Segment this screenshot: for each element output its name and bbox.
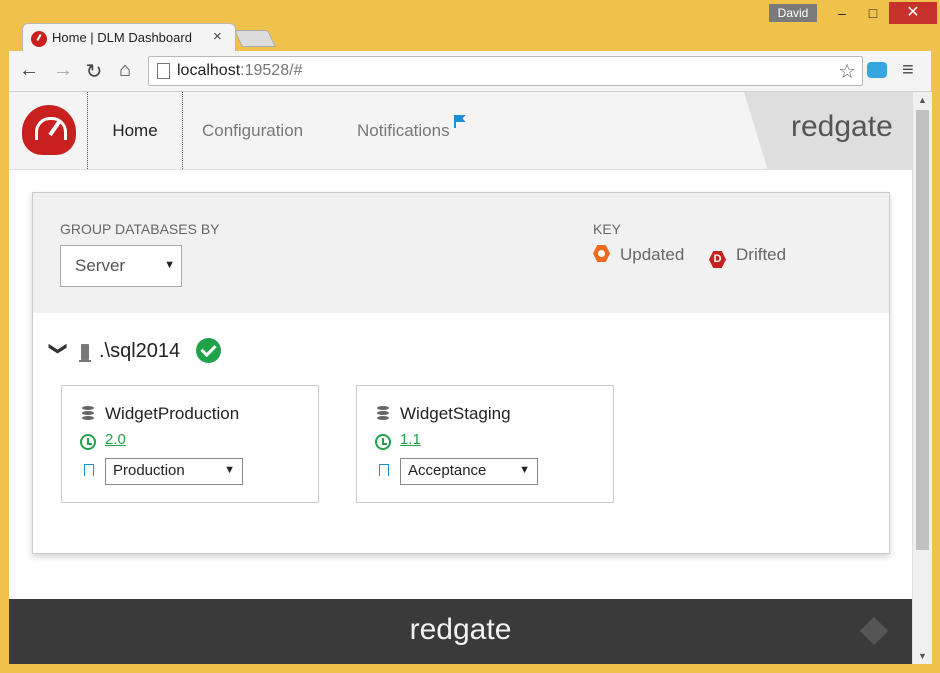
key-drifted: D Drifted <box>709 245 786 268</box>
browser-window: David – □ ✕ Home | DLM Dashboard × ← → ↻… <box>0 0 940 673</box>
history-icon <box>375 434 391 450</box>
tab-notifications[interactable]: Notifications <box>357 92 462 169</box>
db-disk <box>82 411 94 415</box>
app-header: Home Configuration Notifications redgate <box>9 92 912 170</box>
bookmark-icon <box>84 464 94 476</box>
group-by-select[interactable]: Server ▼ <box>60 245 182 287</box>
environment-select[interactable]: Production ▼ <box>105 458 243 485</box>
new-tab-button[interactable] <box>234 30 276 47</box>
browser-menu-icon[interactable]: ≡ <box>902 59 914 82</box>
database-card: WidgetProduction 2.0 Production ▼ <box>61 385 319 503</box>
database-card: WidgetStaging 1.1 Acceptance ▼ <box>356 385 614 503</box>
db-disk <box>82 406 94 410</box>
tab-home[interactable]: Home <box>87 92 183 169</box>
server-name: .\sql2014 <box>99 340 181 362</box>
check-circle-icon <box>196 338 221 363</box>
key-updated: Updated <box>593 245 684 265</box>
close-window-button[interactable]: ✕ <box>889 2 937 24</box>
footer-redgate-logo: redgate <box>409 613 512 646</box>
version-link[interactable]: 1.1 <box>400 431 421 448</box>
forward-icon[interactable]: → <box>51 59 75 82</box>
history-icon <box>80 434 96 450</box>
scroll-down-icon[interactable]: ▼ <box>918 651 927 661</box>
chevron-down-icon[interactable]: ❯ <box>48 341 69 356</box>
group-by-value: Server <box>75 256 126 275</box>
key-label: KEY <box>593 221 622 237</box>
drifted-icon: D <box>709 251 726 268</box>
scroll-up-icon[interactable]: ▲ <box>918 95 927 105</box>
group-by-label: GROUP DATABASES BY <box>60 221 220 237</box>
tab-close-icon[interactable]: × <box>213 28 222 45</box>
back-icon[interactable]: ← <box>17 59 41 82</box>
filter-bar: GROUP DATABASES BY Server ▼ KEY Updated … <box>33 193 889 313</box>
page-viewport: Home Configuration Notifications redgate… <box>9 92 912 664</box>
chevron-down-icon: ▼ <box>164 259 175 271</box>
url-path: :19528/# <box>240 62 303 79</box>
minimize-button[interactable]: – <box>826 2 858 24</box>
notifications-label: Notifications <box>357 121 450 140</box>
environment-select[interactable]: Acceptance ▼ <box>400 458 538 485</box>
browser-tab[interactable]: Home | DLM Dashboard × <box>22 23 236 52</box>
databases-panel: GROUP DATABASES BY Server ▼ KEY Updated … <box>32 192 890 554</box>
page-icon <box>157 63 170 79</box>
key-updated-label: Updated <box>620 245 685 264</box>
scrollbar-thumb[interactable] <box>916 110 929 550</box>
dlm-logo-icon[interactable] <box>22 105 76 155</box>
environment-value: Acceptance <box>408 462 487 479</box>
chevron-down-icon: ▼ <box>224 464 235 476</box>
browser-toolbar: ← → ↻ ⌂ localhost:19528/# ☆ ≡ <box>9 51 931 92</box>
db-disk <box>377 406 389 410</box>
database-icon <box>377 406 389 420</box>
db-disk <box>377 411 389 415</box>
maximize-button[interactable]: □ <box>858 2 888 24</box>
redgate-logo: redgate <box>791 110 893 143</box>
user-badge[interactable]: David <box>769 4 817 22</box>
flag-icon <box>453 115 466 128</box>
url-text[interactable]: localhost:19528/# <box>177 62 302 80</box>
bookmark-icon <box>379 464 389 476</box>
chevron-down-icon: ▼ <box>519 464 530 476</box>
cloud-extension-icon[interactable] <box>867 62 887 78</box>
key-drifted-label: Drifted <box>736 245 787 264</box>
database-name[interactable]: WidgetStaging <box>400 404 511 424</box>
dlm-favicon-icon <box>31 31 47 47</box>
environment-value: Production <box>113 462 185 479</box>
db-disk <box>82 416 94 420</box>
page-footer: redgate <box>9 599 912 664</box>
updated-icon <box>593 245 610 262</box>
home-icon[interactable]: ⌂ <box>113 59 137 82</box>
version-link[interactable]: 2.0 <box>105 431 126 448</box>
database-icon <box>82 406 94 420</box>
database-name[interactable]: WidgetProduction <box>105 404 239 424</box>
reload-icon[interactable]: ↻ <box>82 59 106 84</box>
tab-configuration[interactable]: Configuration <box>202 92 303 169</box>
db-disk <box>377 416 389 420</box>
page-scrollbar[interactable]: ▲ ▼ <box>912 92 932 664</box>
tab-title: Home | DLM Dashboard <box>52 30 192 45</box>
bookmark-star-icon[interactable]: ☆ <box>838 59 856 84</box>
address-bar[interactable]: localhost:19528/# ☆ <box>148 56 863 86</box>
server-icon <box>79 344 91 362</box>
url-host: localhost <box>177 62 241 79</box>
